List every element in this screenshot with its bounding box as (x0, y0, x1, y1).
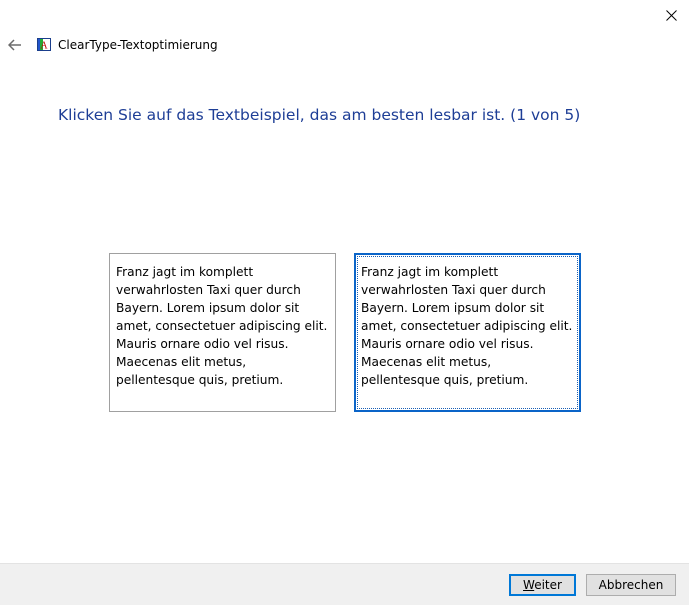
next-button-mnemonic: W (523, 578, 535, 592)
footer-bar: Weiter Abbrechen (0, 563, 689, 605)
window-title: ClearType-Textoptimierung (58, 38, 218, 52)
svg-text:A: A (40, 41, 48, 52)
cancel-button[interactable]: Abbrechen (586, 574, 676, 596)
back-button[interactable] (4, 34, 26, 56)
cleartype-app-icon: A (37, 38, 51, 51)
next-button-label: eiter (534, 578, 562, 592)
close-icon (666, 9, 677, 21)
instruction-heading: Klicken Sie auf das Textbeispiel, das am… (58, 106, 581, 124)
text-sample-1[interactable]: Franz jagt im komplett verwahrlosten Tax… (109, 253, 336, 412)
close-button[interactable] (654, 0, 689, 30)
next-button[interactable]: Weiter (509, 574, 576, 596)
back-arrow-icon (8, 39, 21, 51)
text-sample-2[interactable]: Franz jagt im komplett verwahrlosten Tax… (354, 253, 581, 412)
